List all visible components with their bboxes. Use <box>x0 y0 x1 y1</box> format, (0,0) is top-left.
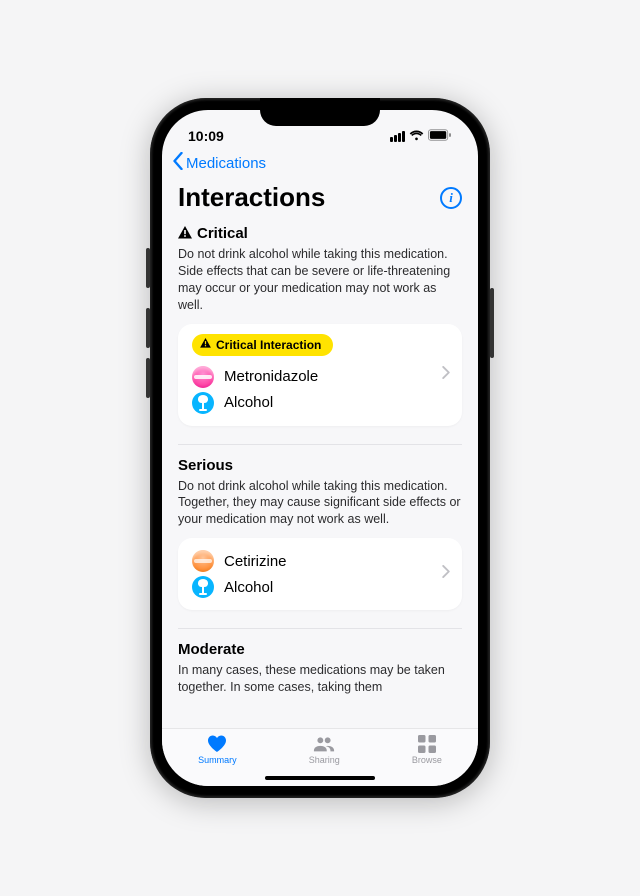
card-row: Alcohol <box>192 390 448 416</box>
wine-blue-icon <box>192 576 214 598</box>
info-button[interactable]: i <box>440 187 462 209</box>
back-label: Medications <box>186 155 266 172</box>
section-divider <box>178 444 462 445</box>
pill-pink-icon <box>192 366 214 388</box>
med-name: Metronidazole <box>224 368 318 385</box>
back-button[interactable]: Medications <box>162 146 478 176</box>
tab-bar: Summary Sharing Browse <box>162 728 478 786</box>
section-moderate: Moderate In many cases, these medication… <box>178 639 462 706</box>
chevron-right-icon <box>442 366 450 384</box>
phone-screen: 10:09 Medications Interactions i <box>162 110 478 786</box>
section-divider <box>178 628 462 629</box>
cellular-icon <box>390 131 405 142</box>
home-indicator[interactable] <box>265 776 375 780</box>
people-icon <box>313 735 335 753</box>
critical-badge-label: Critical Interaction <box>216 338 321 352</box>
warning-icon <box>178 226 192 242</box>
heart-icon <box>206 735 228 753</box>
tab-sharing[interactable]: Sharing <box>309 735 340 765</box>
section-critical-heading: Critical <box>178 225 462 242</box>
phone-notch <box>260 98 380 126</box>
section-serious-desc: Do not drink alcohol while taking this m… <box>178 474 462 539</box>
content-scroll[interactable]: Critical Do not drink alcohol while taki… <box>162 223 478 728</box>
status-right <box>390 128 452 144</box>
status-time: 10:09 <box>188 128 224 144</box>
section-critical-title: Critical <box>197 225 248 242</box>
section-moderate-title: Moderate <box>178 641 245 658</box>
tab-browse[interactable]: Browse <box>412 735 442 765</box>
chevron-right-icon <box>442 565 450 583</box>
med-name: Cetirizine <box>224 553 287 570</box>
med-name: Alcohol <box>224 579 273 596</box>
wifi-icon <box>409 128 424 144</box>
grid-icon <box>416 735 438 753</box>
battery-icon <box>428 128 452 144</box>
interaction-card-serious[interactable]: Cetirizine Alcohol <box>178 538 462 610</box>
card-row: Alcohol <box>192 574 448 600</box>
warning-icon <box>200 338 211 351</box>
card-row: Metronidazole <box>192 364 448 390</box>
med-name: Alcohol <box>224 394 273 411</box>
phone-frame: 10:09 Medications Interactions i <box>150 98 490 798</box>
section-critical: Critical Do not drink alcohol while taki… <box>178 223 462 426</box>
chevron-left-icon <box>172 152 184 174</box>
tab-label: Browse <box>412 755 442 765</box>
pill-orange-icon <box>192 550 214 572</box>
tab-label: Sharing <box>309 755 340 765</box>
page-header: Interactions i <box>162 176 478 223</box>
section-critical-desc: Do not drink alcohol while taking this m… <box>178 242 462 324</box>
section-serious-heading: Serious <box>178 457 462 474</box>
page-title: Interactions <box>178 182 325 213</box>
critical-badge: Critical Interaction <box>192 334 333 356</box>
tab-summary[interactable]: Summary <box>198 735 237 765</box>
section-serious-title: Serious <box>178 457 233 474</box>
section-moderate-heading: Moderate <box>178 641 462 658</box>
interaction-card-critical[interactable]: Critical Interaction Metronidazole Alcoh… <box>178 324 462 426</box>
wine-blue-icon <box>192 392 214 414</box>
tab-label: Summary <box>198 755 237 765</box>
section-moderate-desc: In many cases, these medications may be … <box>178 658 462 706</box>
section-serious: Serious Do not drink alcohol while takin… <box>178 455 462 611</box>
card-row: Cetirizine <box>192 548 448 574</box>
